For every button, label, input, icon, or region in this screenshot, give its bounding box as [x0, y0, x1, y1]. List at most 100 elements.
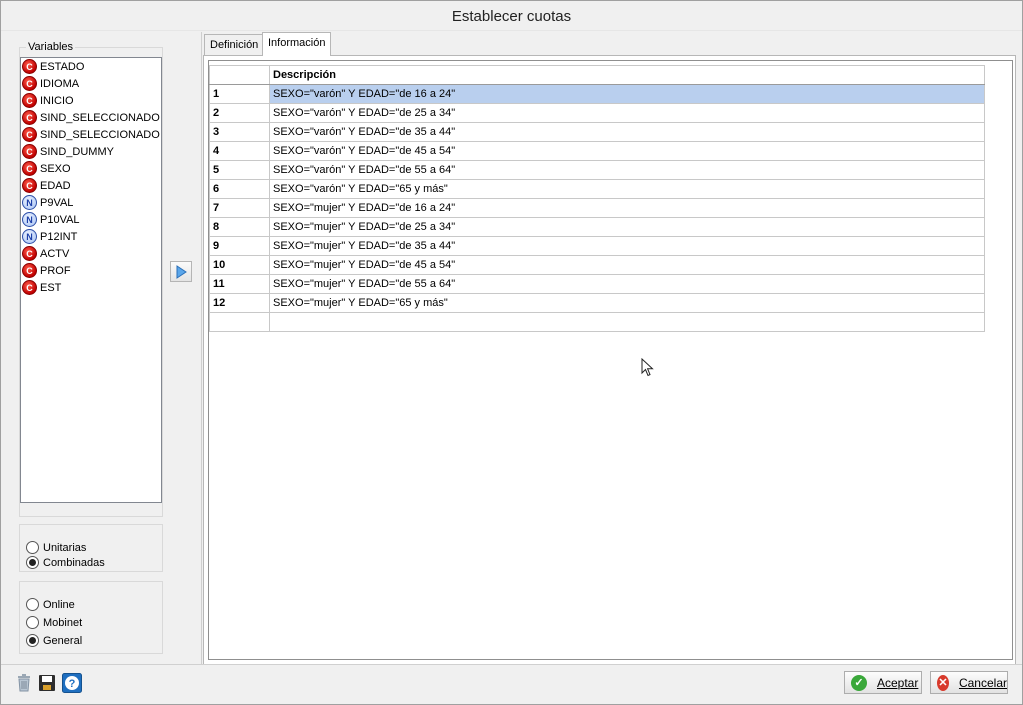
row-number-header: [209, 65, 270, 85]
table-header-row: Descripción: [209, 65, 985, 85]
description-cell[interactable]: SEXO="mujer" Y EDAD="de 25 a 34": [269, 217, 985, 237]
variable-item[interactable]: C IDIOMA: [21, 75, 161, 92]
categorical-variable-icon: C: [22, 76, 37, 91]
delete-button[interactable]: [13, 672, 34, 693]
numeric-variable-icon: N: [22, 195, 37, 210]
table-row[interactable]: 10 SEXO="mujer" Y EDAD="de 45 a 54": [209, 255, 985, 275]
quota-dialog: Establecer cuotas Variables C ESTADO C IDIO…: [0, 0, 1023, 705]
variable-item[interactable]: C EST: [21, 279, 161, 296]
radio-mobinet-indicator[interactable]: [26, 616, 39, 629]
help-button[interactable]: ?: [61, 672, 82, 693]
row-number-cell: 9: [209, 236, 270, 256]
left-panel: Variables C ESTADO C IDIOMA C INICIO C SIND_SEL…: [9, 32, 202, 664]
row-number-cell: 5: [209, 160, 270, 180]
table-row[interactable]: 4 SEXO="varón" Y EDAD="de 45 a 54": [209, 141, 985, 161]
description-cell[interactable]: SEXO="mujer" Y EDAD="de 45 a 54": [269, 255, 985, 275]
table-row[interactable]: 2 SEXO="varón" Y EDAD="de 25 a 34": [209, 103, 985, 123]
variable-label: ACTV: [40, 247, 70, 260]
categorical-variable-icon: C: [22, 161, 37, 176]
table-row[interactable]: 1 SEXO="varón" Y EDAD="de 16 a 24": [209, 84, 985, 104]
variable-label: PROF: [40, 264, 71, 277]
description-cell[interactable]: SEXO="varón" Y EDAD="de 45 a 54": [269, 141, 985, 161]
variable-item[interactable]: C ACTV: [21, 245, 161, 262]
description-cell[interactable]: SEXO="mujer" Y EDAD="de 16 a 24": [269, 198, 985, 218]
description-cell[interactable]: SEXO="varón" Y EDAD="de 55 a 64": [269, 160, 985, 180]
table-row[interactable]: 7 SEXO="mujer" Y EDAD="de 16 a 24": [209, 198, 985, 218]
variable-label: P9VAL: [40, 196, 74, 209]
variable-item[interactable]: C SEXO: [21, 160, 161, 177]
table-row[interactable]: 12 SEXO="mujer" Y EDAD="65 y más": [209, 293, 985, 313]
add-variable-button[interactable]: [170, 261, 192, 282]
radio-combinadas-label: Combinadas: [43, 556, 105, 569]
categorical-variable-icon: C: [22, 110, 37, 125]
description-cell[interactable]: SEXO="varón" Y EDAD="de 25 a 34": [269, 103, 985, 123]
variable-item[interactable]: N P10VAL: [21, 211, 161, 228]
categorical-variable-icon: C: [22, 59, 37, 74]
variable-label: SIND_SELECCIONADO: [40, 111, 160, 124]
radio-unitarias[interactable]: Unitarias: [26, 541, 86, 554]
radio-mobinet-label: Mobinet: [43, 616, 83, 629]
categorical-variable-icon: C: [22, 263, 37, 278]
description-cell[interactable]: SEXO="varón" Y EDAD="65 y más": [269, 179, 985, 199]
quota-grid-area: Descripción 1 SEXO="varón" Y EDAD="de 16 …: [208, 60, 1013, 660]
radio-online-indicator[interactable]: [26, 598, 39, 611]
radio-online[interactable]: Online: [26, 598, 75, 611]
table-row[interactable]: 5 SEXO="varón" Y EDAD="de 55 a 64": [209, 160, 985, 180]
close-icon: ✕: [937, 674, 949, 691]
variable-item[interactable]: N P12INT: [21, 228, 161, 245]
table-row[interactable]: 9 SEXO="mujer" Y EDAD="de 35 a 44": [209, 236, 985, 256]
variable-label: SEXO: [40, 162, 71, 175]
table-row[interactable]: 6 SEXO="varón" Y EDAD="65 y más": [209, 179, 985, 199]
variable-item[interactable]: C INICIO: [21, 92, 161, 109]
help-icon: ?: [61, 672, 82, 693]
variable-item[interactable]: C PROF: [21, 262, 161, 279]
radio-combinadas[interactable]: Combinadas: [26, 556, 105, 569]
variable-label: INICIO: [40, 94, 74, 107]
description-cell[interactable]: [269, 312, 985, 332]
radio-combinadas-indicator[interactable]: [26, 556, 39, 569]
row-number-cell: 2: [209, 103, 270, 123]
svg-text:?: ?: [68, 678, 75, 690]
table-row[interactable]: 3 SEXO="varón" Y EDAD="de 35 a 44": [209, 122, 985, 142]
row-number-cell: 7: [209, 198, 270, 218]
variable-item[interactable]: C SIND_DUMMY: [21, 143, 161, 160]
categorical-variable-icon: C: [22, 93, 37, 108]
cancel-button[interactable]: ✕ Cancelar: [930, 671, 1008, 694]
description-cell[interactable]: SEXO="varón" Y EDAD="de 35 a 44": [269, 122, 985, 142]
save-icon: [38, 674, 55, 691]
description-cell[interactable]: SEXO="mujer" Y EDAD="de 55 a 64": [269, 274, 985, 294]
save-button[interactable]: [36, 672, 57, 693]
informacion-panel: Descripción 1 SEXO="varón" Y EDAD="de 16 …: [203, 55, 1016, 665]
row-number-cell: 4: [209, 141, 270, 161]
variable-label: P12INT: [40, 230, 78, 243]
tab-informacion[interactable]: Información: [262, 32, 332, 56]
variable-label: ESTADO: [40, 60, 85, 73]
categorical-variable-icon: C: [22, 127, 37, 142]
variable-item[interactable]: C ESTADO: [21, 58, 161, 75]
empty-table-row[interactable]: [209, 312, 985, 332]
description-cell[interactable]: SEXO="varón" Y EDAD="de 16 a 24": [269, 84, 985, 104]
variable-item[interactable]: N P9VAL: [21, 194, 161, 211]
description-cell[interactable]: SEXO="mujer" Y EDAD="de 35 a 44": [269, 236, 985, 256]
row-number-cell: 6: [209, 179, 270, 199]
radio-mobinet[interactable]: Mobinet: [26, 616, 82, 629]
variables-list[interactable]: C ESTADO C IDIOMA C INICIO C SIND_SELECCIONADO C…: [20, 57, 162, 503]
accept-button[interactable]: ✓ Aceptar: [844, 671, 922, 694]
description-cell[interactable]: SEXO="mujer" Y EDAD="65 y más": [269, 293, 985, 313]
table-row[interactable]: 8 SEXO="mujer" Y EDAD="de 25 a 34": [209, 217, 985, 237]
radio-unitarias-indicator[interactable]: [26, 541, 39, 554]
radio-general-label: General: [43, 634, 83, 647]
variable-item[interactable]: C SIND_SELECCIONADO: [21, 126, 161, 143]
cancel-button-label: Cancelar: [958, 675, 1007, 690]
radio-general[interactable]: General: [26, 634, 82, 647]
variable-item[interactable]: C EDAD: [21, 177, 161, 194]
variable-item[interactable]: C SIND_SELECCIONADO: [21, 109, 161, 126]
variable-label: P10VAL: [40, 213, 80, 226]
categorical-variable-icon: C: [22, 246, 37, 261]
variable-label: IDIOMA: [40, 77, 80, 90]
tab-definicion[interactable]: Definición: [204, 34, 265, 56]
table-row[interactable]: 11 SEXO="mujer" Y EDAD="de 55 a 64": [209, 274, 985, 294]
radio-general-indicator[interactable]: [26, 634, 39, 647]
trash-icon: [17, 674, 30, 692]
play-arrow-icon: [176, 264, 187, 279]
